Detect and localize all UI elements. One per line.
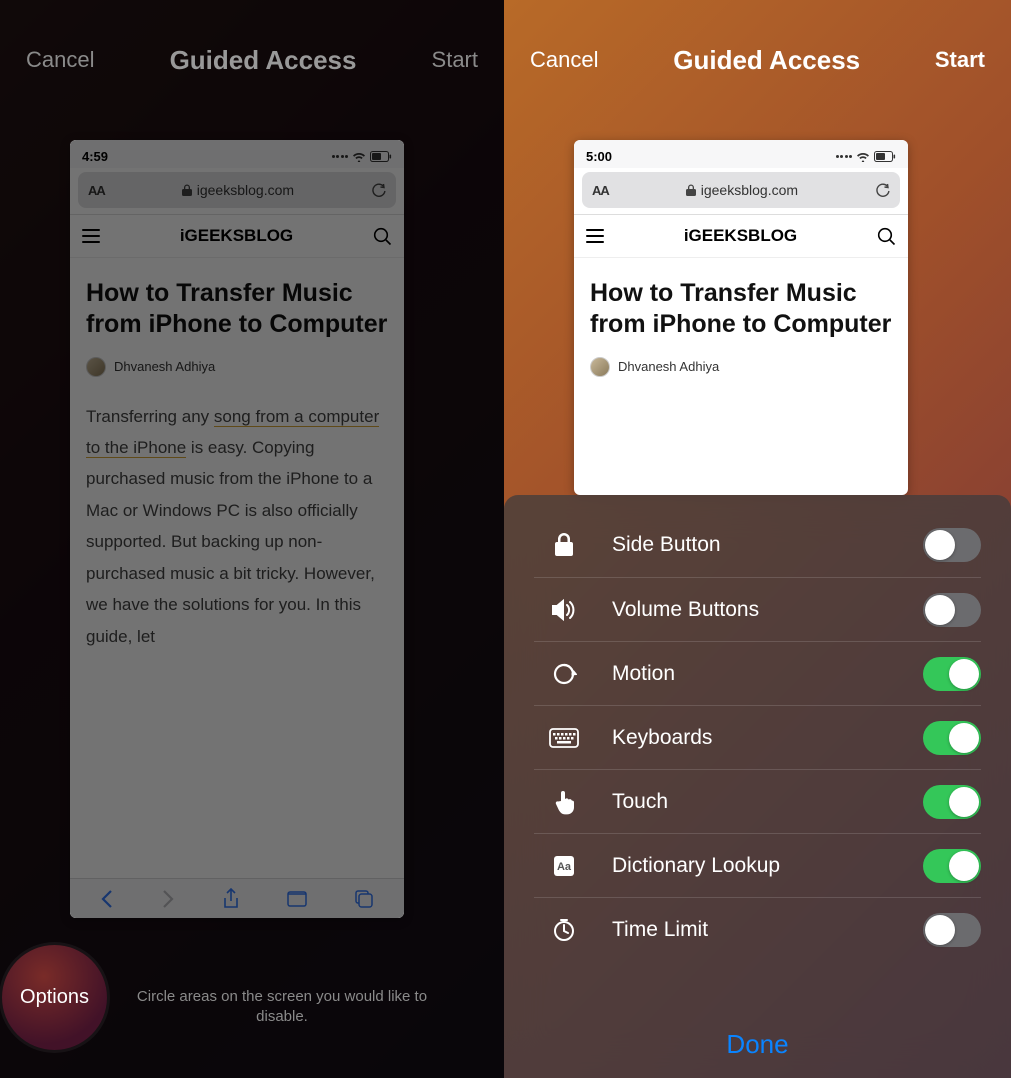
lock-icon xyxy=(546,532,582,558)
option-row-timer: Time Limit xyxy=(534,897,981,961)
rotate-icon xyxy=(546,661,582,687)
option-toggle[interactable] xyxy=(923,528,981,562)
option-toggle[interactable] xyxy=(923,785,981,819)
domain-text: igeeksblog.com xyxy=(197,182,294,198)
option-label: Dictionary Lookup xyxy=(612,854,923,878)
domain-text: igeeksblog.com xyxy=(701,182,798,198)
article-title: How to Transfer Music from iPhone to Com… xyxy=(86,278,388,341)
header-title: Guided Access xyxy=(170,45,357,76)
start-button[interactable]: Start xyxy=(432,47,478,73)
menu-icon[interactable] xyxy=(586,229,604,244)
option-row-touch: Touch xyxy=(534,769,981,833)
guided-access-header: Cancel Guided Access Start xyxy=(504,0,1011,120)
option-toggle[interactable] xyxy=(923,593,981,627)
option-toggle[interactable] xyxy=(923,721,981,755)
option-toggle[interactable] xyxy=(923,913,981,947)
option-row-rotate: Motion xyxy=(534,641,981,705)
app-preview: 5:00 AA igeeksblog.com iGEEKSBLOG xyxy=(574,140,908,495)
guided-access-header: Cancel Guided Access Start xyxy=(0,0,504,120)
options-panel: Side Button Volume Buttons Motion Keyboards… xyxy=(504,495,1011,1078)
done-button[interactable]: Done xyxy=(504,1029,1011,1060)
option-label: Side Button xyxy=(612,533,923,557)
article-body: Transferring any song from a computer to… xyxy=(86,401,388,653)
lock-icon xyxy=(686,184,696,196)
option-label: Volume Buttons xyxy=(612,598,923,622)
option-label: Motion xyxy=(612,662,923,686)
right-screenshot: Cancel Guided Access Start 5:00 AA igeek… xyxy=(504,0,1011,1078)
cancel-button[interactable]: Cancel xyxy=(26,47,94,73)
text-size-button[interactable]: AA xyxy=(88,183,105,198)
battery-icon xyxy=(874,151,896,162)
svg-text:Aa: Aa xyxy=(557,861,572,873)
option-toggle[interactable] xyxy=(923,849,981,883)
site-header: iGEEKSBLOG xyxy=(574,214,908,258)
menu-icon[interactable] xyxy=(82,229,100,244)
timer-icon xyxy=(546,918,582,942)
option-label: Keyboards xyxy=(612,726,923,750)
battery-icon xyxy=(370,151,392,162)
app-preview: 4:59 AA igeeksblog.com iGEEKSBLOG xyxy=(70,140,404,918)
start-button[interactable]: Start xyxy=(935,47,985,73)
url-bar[interactable]: AA igeeksblog.com xyxy=(78,172,396,208)
option-row-lock: Side Button xyxy=(504,513,1011,577)
author-name: Dhvanesh Adhiya xyxy=(114,359,215,374)
forward-icon xyxy=(161,889,175,909)
bookmarks-icon[interactable] xyxy=(287,890,307,908)
dictionary-icon: Aa xyxy=(546,854,582,878)
status-bar: 4:59 xyxy=(70,140,404,168)
author-avatar xyxy=(590,357,610,377)
back-icon[interactable] xyxy=(100,889,114,909)
status-time: 5:00 xyxy=(586,149,612,164)
touch-icon xyxy=(546,788,582,816)
share-icon[interactable] xyxy=(222,888,240,910)
options-button[interactable]: Options xyxy=(2,945,107,1050)
cancel-button[interactable]: Cancel xyxy=(530,47,598,73)
option-label: Time Limit xyxy=(612,918,923,942)
option-row-dictionary: Aa Dictionary Lookup xyxy=(534,833,981,897)
author-avatar xyxy=(86,357,106,377)
author-name: Dhvanesh Adhiya xyxy=(618,359,719,374)
reload-icon[interactable] xyxy=(371,182,386,198)
keyboard-icon xyxy=(546,728,582,748)
safari-toolbar xyxy=(70,878,404,918)
reload-icon[interactable] xyxy=(875,182,890,198)
volume-icon xyxy=(546,599,582,621)
author-byline: Dhvanesh Adhiya xyxy=(590,357,892,377)
status-time: 4:59 xyxy=(82,149,108,164)
wifi-icon xyxy=(352,151,366,162)
option-label: Touch xyxy=(612,790,923,814)
hint-text: Circle areas on the screen you would lik… xyxy=(120,987,444,1026)
option-toggle[interactable] xyxy=(923,657,981,691)
option-row-keyboard: Keyboards xyxy=(534,705,981,769)
lock-icon xyxy=(182,184,192,196)
cellular-icon xyxy=(836,155,853,158)
tabs-icon[interactable] xyxy=(354,889,374,909)
status-bar: 5:00 xyxy=(574,140,908,168)
article-title: How to Transfer Music from iPhone to Com… xyxy=(590,278,892,341)
option-row-volume: Volume Buttons xyxy=(534,577,981,641)
cellular-icon xyxy=(332,155,349,158)
left-screenshot: Cancel Guided Access Start 4:59 AA igeek… xyxy=(0,0,504,1078)
search-icon[interactable] xyxy=(877,227,896,246)
text-size-button[interactable]: AA xyxy=(592,183,609,198)
wifi-icon xyxy=(856,151,870,162)
url-bar[interactable]: AA igeeksblog.com xyxy=(582,172,900,208)
author-byline: Dhvanesh Adhiya xyxy=(86,357,388,377)
site-logo[interactable]: iGEEKSBLOG xyxy=(684,226,797,246)
search-icon[interactable] xyxy=(373,227,392,246)
header-title: Guided Access xyxy=(673,45,860,76)
site-logo[interactable]: iGEEKSBLOG xyxy=(180,226,293,246)
site-header: iGEEKSBLOG xyxy=(70,214,404,258)
